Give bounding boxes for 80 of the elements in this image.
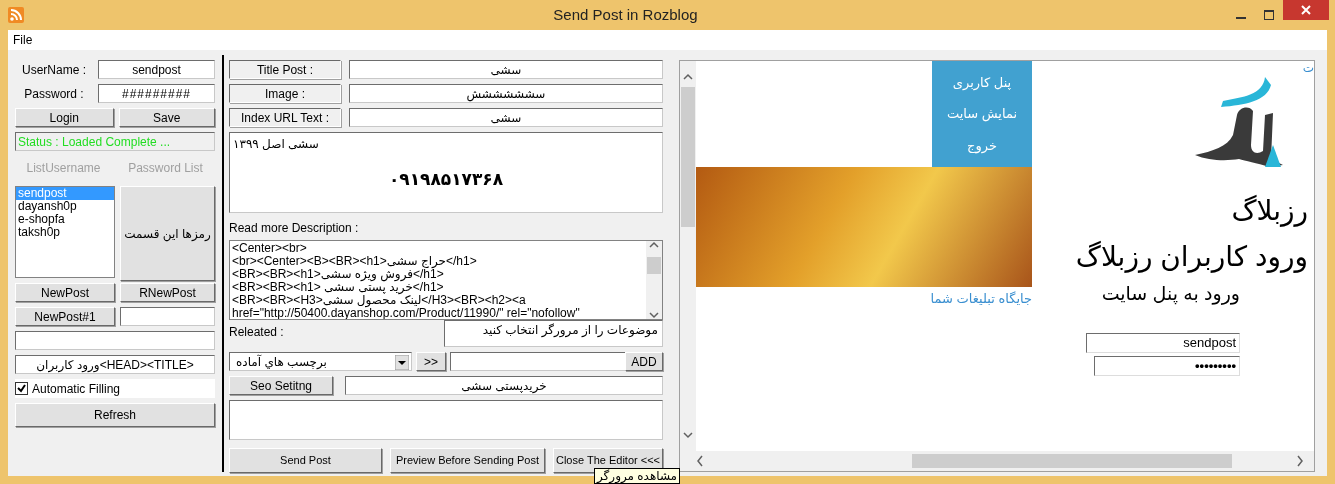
- vertical-scrollbar[interactable]: [680, 61, 696, 451]
- password-label: Password :: [23, 85, 85, 103]
- tag-field[interactable]: [450, 352, 626, 371]
- account-item[interactable]: taksh0p: [16, 226, 114, 239]
- phone-number: ۰۹۱۹۸۵۱۷۳۶۸: [388, 169, 504, 191]
- checkbox[interactable]: [15, 382, 28, 395]
- site-title: رزبلاگ: [1231, 194, 1308, 229]
- index-text-area[interactable]: سشی اصل ۱۳۹۹ ۰۹۱۹۸۵۱۷۳۶۸: [229, 132, 663, 213]
- password-field[interactable]: #########: [98, 84, 215, 103]
- dropdown-value: برچسب هاي آماده: [235, 353, 327, 371]
- corner-link[interactable]: ت: [1302, 61, 1314, 75]
- login-heading: ورود کاربران رزبلاگ: [1075, 240, 1308, 275]
- head-field[interactable]: ورود کاربران<HEAD><TITLE>: [15, 355, 215, 374]
- feed-icon: [8, 7, 24, 23]
- seo-field[interactable]: خریدپستی سشی: [345, 376, 663, 395]
- related-label: Releated :: [229, 324, 285, 341]
- horizontal-scrollbar[interactable]: [680, 451, 1314, 471]
- field-label: Image :: [229, 84, 341, 103]
- vertical-scrollbar[interactable]: [646, 241, 662, 319]
- account-list[interactable]: sendpost dayansh0p e-shopfa taksh0p: [15, 186, 115, 278]
- text-field[interactable]: [15, 331, 215, 350]
- ad-link[interactable]: جایگاه تبلیغات شما: [696, 289, 1032, 309]
- username-label: UserName :: [21, 61, 87, 79]
- scroll-down-icon[interactable]: [683, 431, 693, 439]
- scroll-left-icon[interactable]: [696, 455, 704, 467]
- text-area[interactable]: [229, 400, 663, 440]
- description-editor[interactable]: [229, 240, 663, 320]
- text-field[interactable]: سشششششش: [349, 84, 663, 103]
- preview-button[interactable]: Preview Before Sending Post: [390, 448, 545, 473]
- move-button[interactable]: >>: [416, 352, 446, 371]
- scroll-up-icon[interactable]: [649, 241, 659, 249]
- login-subheading: ورود به پنل سایت: [1101, 282, 1240, 307]
- save-button[interactable]: Save: [118, 108, 215, 127]
- menu-item[interactable]: File: [13, 31, 33, 49]
- related-field[interactable]: موضوعات را از مرورگر انتخاب کنید: [444, 320, 663, 347]
- text-field[interactable]: [120, 307, 215, 326]
- username-field[interactable]: sendpost: [98, 60, 215, 79]
- scroll-right-icon[interactable]: [1296, 455, 1304, 467]
- scroll-up-icon[interactable]: [683, 73, 693, 81]
- scroll-thumb[interactable]: [681, 87, 695, 227]
- text-field[interactable]: سشی: [349, 108, 663, 127]
- description-label: Read more Description :: [229, 220, 360, 237]
- send-post-button[interactable]: Send Post: [229, 448, 382, 473]
- rnewpost-button[interactable]: RNewPost: [120, 283, 215, 302]
- username-field[interactable]: sendpost: [1086, 332, 1240, 353]
- advertisement-banner[interactable]: [696, 167, 1032, 287]
- code-line: <BR><BR><h1> خرید پستی سشی</h1>: [232, 281, 445, 294]
- close-button[interactable]: [1283, 0, 1329, 20]
- username-list-label: ListUsername: [25, 160, 102, 177]
- code-line: <Center><br>: [232, 242, 308, 255]
- tooltip: مشاهده مرورگر: [594, 468, 680, 484]
- field-label: Index URL Text :: [229, 108, 341, 127]
- password-list-label: Password List: [127, 160, 204, 177]
- checkbox-label: Automatic Filling: [32, 380, 121, 398]
- code-line: href="http://50400.dayanshop.com/Product/11990/" rel="nofollow": [232, 307, 581, 319]
- account-item[interactable]: dayansh0p: [16, 200, 114, 213]
- scroll-thumb[interactable]: [912, 454, 1232, 468]
- tags-dropdown[interactable]: برچسب هاي آماده: [229, 352, 412, 371]
- newpost-button[interactable]: NewPost: [15, 283, 115, 302]
- refresh-button[interactable]: Refresh: [15, 403, 215, 427]
- newpost-button[interactable]: NewPost#1: [15, 307, 115, 326]
- window-title: Send Post in Rozblog: [552, 4, 699, 25]
- account-item[interactable]: e-shopfa: [16, 213, 114, 226]
- scroll-down-icon[interactable]: [649, 311, 659, 319]
- code-line: <BR><BR><H3>لینک محصول سشی</H3><BR><h2><a: [232, 294, 527, 307]
- note-text: سشی اصل ۱۳۹۹: [233, 136, 319, 153]
- close-icon[interactable]: [1301, 5, 1311, 15]
- add-button[interactable]: ADD: [625, 352, 663, 371]
- field-label: Title Post :: [229, 60, 341, 79]
- code-line: <br><Center><B><BR><h1>حراج سشی</h1>: [232, 255, 478, 268]
- password-field[interactable]: •••••••••: [1094, 355, 1240, 376]
- seo-button[interactable]: Seo Setitng: [229, 376, 333, 395]
- passwords-button[interactable]: رمزها این قسمت: [120, 186, 215, 281]
- code-line: <BR><BR><h1>فروش ویژه سشی</h1>: [232, 268, 444, 281]
- login-button[interactable]: Login: [15, 108, 114, 127]
- text-field[interactable]: سشی: [349, 60, 663, 79]
- status-text: Status : Loaded Complete ...: [15, 132, 215, 151]
- maximize-icon[interactable]: [1264, 10, 1274, 20]
- scroll-thumb[interactable]: [647, 256, 661, 274]
- dropdown-arrow-icon[interactable]: [395, 352, 409, 371]
